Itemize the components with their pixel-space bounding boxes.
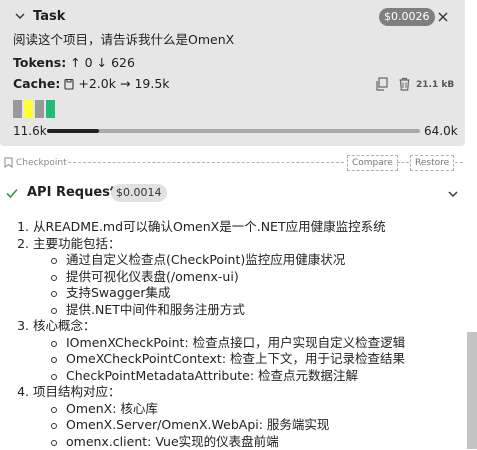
answer-item-text: 从README.md可以确认OmenX是一个.NET应用健康监控系统 [33, 219, 386, 234]
cache-read: → 19.5k [120, 75, 170, 93]
cache-write: +2.0k [78, 75, 116, 93]
task-cost-badge: $0.0026 [379, 8, 435, 26]
answer-sublist: IOmenXCheckPoint: 检查点接口，用户实现自定义检查逻辑OmeXC… [33, 335, 460, 385]
answer-subitem: IOmenXCheckPoint: 检查点接口，用户实现自定义检查逻辑 [66, 335, 460, 352]
close-icon[interactable] [436, 10, 450, 24]
context-progress-fill [47, 129, 99, 133]
tokens-label: Tokens: [13, 55, 66, 70]
answer-subitem: omenx.client: Vue实现的仪表盘前端 [66, 434, 460, 450]
context-block [35, 100, 44, 118]
api-cost-badge: $0.0014 [111, 184, 167, 202]
cache-size: 21.1 kB [416, 79, 454, 91]
answer-item-text: 核心概念： [33, 318, 96, 333]
checkpoint-label: Checkpoint [16, 157, 67, 169]
answer-sublist: 通过自定义检查点(CheckPoint)监控应用健康状况提供可视化仪表盘(/om… [33, 252, 460, 318]
context-block [13, 100, 22, 118]
bookmark-icon [4, 157, 13, 168]
context-limit: 64.0k [424, 123, 458, 139]
answer-subitem: OmenX.Server/OmenX.WebApi: 服务端实现 [66, 417, 460, 434]
answer-subitem: OmenX: 核心库 [66, 401, 460, 418]
answer-item: 项目结构对应： OmenX: 核心库OmenX.Server/OmenX.WebA… [33, 384, 460, 450]
copy-icon[interactable] [375, 77, 388, 91]
chevron-down-icon[interactable] [446, 187, 460, 201]
answer-subitem: 支持Swagger集成 [66, 285, 460, 302]
chevron-down-icon[interactable] [13, 9, 27, 23]
answer-item-text: 项目结构对应： [33, 384, 121, 399]
tokens-row: Tokens: ↑ 0 ↓ 626 [13, 54, 135, 72]
restore-button[interactable]: Restore [410, 155, 454, 171]
answer-item: 从README.md可以确认OmenX是一个.NET应用健康监控系统 [33, 219, 460, 236]
trash-icon[interactable] [398, 77, 411, 91]
task-prompt-text: 阅读这个项目，请告诉我什么是OmenX [13, 31, 234, 49]
answer-list: 从README.md可以确认OmenX是一个.NET应用健康监控系统主要功能包括… [0, 219, 460, 450]
context-blocks [13, 100, 55, 118]
checkpoint-divider [68, 162, 344, 163]
answer-item: 核心概念： IOmenXCheckPoint: 检查点接口，用户实现自定义检查逻辑… [33, 318, 460, 384]
answer-subitem: 通过自定义检查点(CheckPoint)监控应用健康状况 [66, 252, 460, 269]
answer-sublist: OmenX: 核心库OmenX.Server/OmenX.WebApi: 服务端… [33, 401, 460, 450]
api-request-title[interactable]: API Request [27, 184, 116, 202]
checkpoint-divider [455, 162, 463, 163]
check-icon [5, 186, 19, 200]
context-progress-bar [47, 129, 420, 133]
assistant-answer: 从README.md可以确认OmenX是一个.NET应用健康监控系统主要功能包括… [0, 219, 460, 450]
tokens-out: ↓ 626 [97, 55, 135, 70]
checkpoint-divider [397, 162, 409, 163]
task-card: Task $0.0026 阅读这个项目，请告诉我什么是OmenX Tokens:… [0, 0, 465, 146]
scrollbar-thumb[interactable] [467, 332, 477, 449]
answer-subitem: 提供可视化仪表盘(/omenx-ui) [66, 269, 460, 286]
answer-item: 主要功能包括：通过自定义检查点(CheckPoint)监控应用健康状况提供可视化… [33, 236, 460, 319]
compare-button[interactable]: Compare [347, 155, 398, 171]
task-title: Task [33, 8, 65, 26]
database-icon [64, 78, 74, 90]
context-block [24, 100, 33, 118]
cache-row: Cache: +2.0k → 19.5k [13, 75, 170, 93]
cache-label: Cache: [13, 75, 60, 93]
tokens-in: ↑ 0 [70, 55, 92, 70]
context-used: 11.6k [13, 123, 47, 139]
answer-item-text: 主要功能包括： [33, 236, 121, 251]
answer-subitem: 提供.NET中间件和服务注册方式 [66, 302, 460, 319]
context-block [46, 100, 55, 118]
answer-subitem: OmeXCheckPointContext: 检查上下文，用于记录检查结果 [66, 351, 460, 368]
answer-subitem: CheckPointMetadataAttribute: 检查点元数据注解 [66, 368, 460, 385]
